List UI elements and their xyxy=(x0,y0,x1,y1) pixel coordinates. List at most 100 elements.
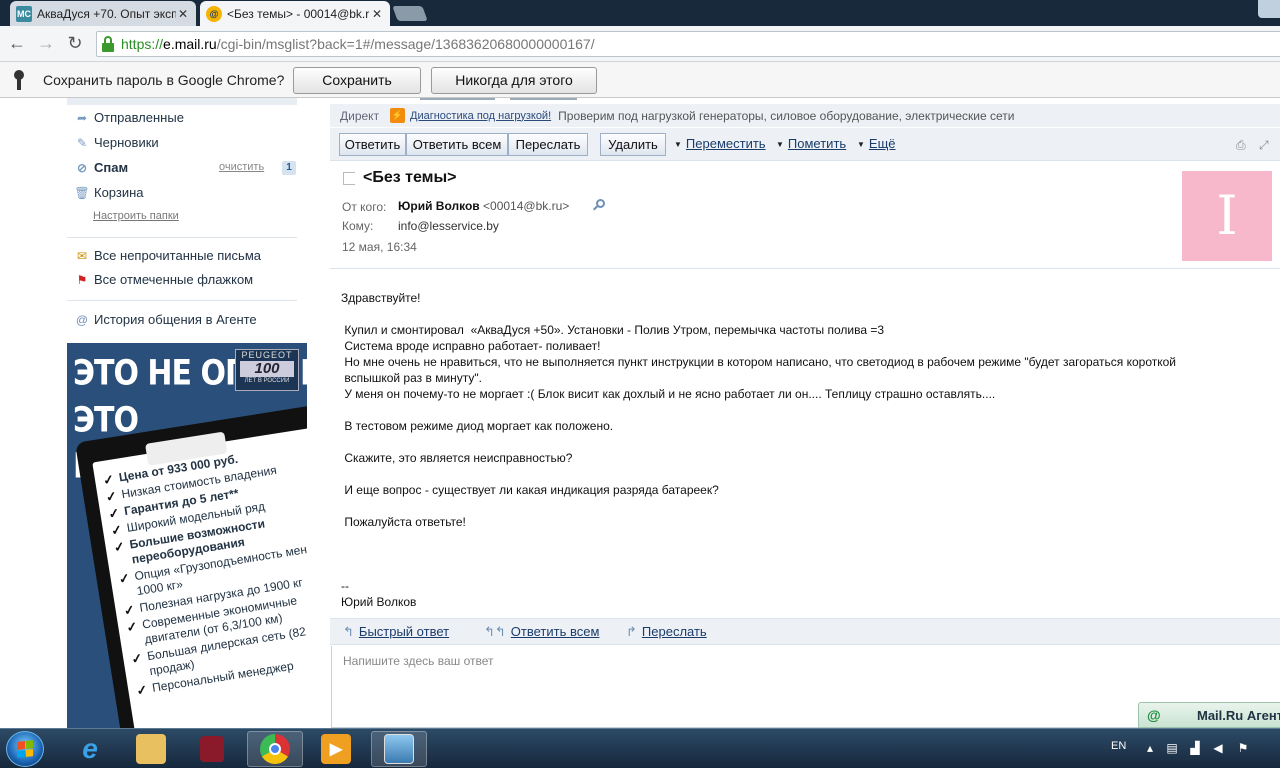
reload-icon[interactable]: ↻ xyxy=(64,32,86,54)
trash-icon: 🗑 xyxy=(74,185,90,200)
direct-ad-link[interactable]: Диагностика под нагрузкой! xyxy=(410,110,551,122)
body-line: -- xyxy=(341,579,349,593)
message-toolbar: Ответить Ответить всем Переслать Удалить… xyxy=(330,128,1280,161)
back-arrow-icon[interactable]: ← xyxy=(6,32,28,54)
all-unread-link[interactable]: ✉ Все непрочитанные письма xyxy=(75,248,261,263)
folder-label: Корзина xyxy=(94,185,144,200)
more-dropdown[interactable]: ▼ Ещё xyxy=(857,136,896,151)
folder-icon xyxy=(136,734,166,764)
avatar: I xyxy=(1182,171,1272,261)
forward-button[interactable]: Переслать xyxy=(508,133,588,156)
save-disk-icon xyxy=(200,736,224,762)
url-input[interactable]: https:// e.mail.ru /cgi-bin/msglist?back… xyxy=(96,31,1280,57)
reply-button[interactable]: Ответить xyxy=(339,133,406,156)
divider xyxy=(67,237,297,238)
window-control[interactable] xyxy=(1258,0,1280,18)
never-save-button[interactable]: Никогда для этого сайта xyxy=(431,67,597,113)
spam-icon: ⊘ xyxy=(76,160,88,175)
taskbar-floppy[interactable] xyxy=(184,731,240,767)
reply-arrow-icon: ↰ xyxy=(343,624,354,639)
close-tab-icon[interactable]: ✕ xyxy=(370,7,384,21)
spam-count-badge: 1 xyxy=(282,161,296,175)
folder-sent[interactable]: ➦ Отправленные xyxy=(75,110,184,125)
message-subject: <Без темы> xyxy=(363,169,457,186)
quick-reply-link[interactable]: ↰ Быстрый ответ xyxy=(343,624,449,640)
clipboard-image: Цена от 933 000 руб. Низкая стоимость вл… xyxy=(75,403,307,728)
badge-number: 100 xyxy=(240,361,294,377)
action-center-flag-icon[interactable]: ⚑ xyxy=(1236,741,1250,755)
tray-arrow-icon[interactable]: ▴ xyxy=(1143,741,1157,755)
body-line: ​ xyxy=(341,546,1271,562)
agent-history-link[interactable]: @ История общения в Агенте xyxy=(75,312,257,327)
network-icon[interactable]: ▟ xyxy=(1188,741,1202,755)
reply-all-button[interactable]: Ответить всем xyxy=(406,133,508,156)
direct-ad-icon: ⚡ xyxy=(390,108,405,123)
windows-logo-icon xyxy=(17,740,33,758)
folder-trash[interactable]: 🗑 Корзина xyxy=(74,185,144,200)
all-unread-label: Все непрочитанные письма xyxy=(94,248,261,263)
taskbar-explorer[interactable] xyxy=(123,731,179,767)
search-icon[interactable] xyxy=(593,199,605,211)
ie-icon: e xyxy=(82,733,98,764)
body-line: Но мне очень не нравиться, что не выполн… xyxy=(341,355,1177,369)
reply-bar: ↰ Быстрый ответ ↰↰ Ответить всем ↱ Переслат… xyxy=(330,618,1280,645)
chevron-down-icon: ▼ xyxy=(857,140,865,150)
chrome-icon xyxy=(260,734,290,764)
tab-akvadusya[interactable]: MC АкваДуся +70. Опыт экспл ✕ xyxy=(10,1,196,26)
print-icon[interactable]: ⎙ xyxy=(1236,138,1251,152)
volume-icon[interactable]: ◀ xyxy=(1211,741,1225,755)
all-flagged-label: Все отмеченные флажком xyxy=(94,272,254,287)
mailru-agent-tab[interactable]: @ Mail.Ru Агент xyxy=(1138,702,1280,728)
reply-all-link[interactable]: ↰↰ Ответить всем xyxy=(484,624,599,640)
taskbar-ie[interactable]: e xyxy=(62,731,118,767)
taskbar-chrome[interactable] xyxy=(247,731,303,767)
peugeot-badge: PEUGEOT 100 ЛЕТ В РОССИИ xyxy=(235,349,299,391)
close-tab-icon[interactable]: ✕ xyxy=(176,7,190,21)
tray-device-icon[interactable]: ▤ xyxy=(1165,741,1179,755)
sent-icon: ➦ xyxy=(76,110,88,125)
body-line: В тестовом режиме диод моргает как полож… xyxy=(341,419,614,433)
forward-link[interactable]: ↱ Переслать xyxy=(626,624,707,640)
save-password-button[interactable]: Сохранить пароль xyxy=(293,67,421,113)
folder-drafts[interactable]: ✎ Черновики xyxy=(75,135,159,150)
new-tab-button[interactable] xyxy=(392,6,428,21)
body-line: ​ xyxy=(341,466,1271,482)
ad-banner[interactable]: ЭТО НЕ ОПЦИИ. ЭТО ПРЕИМУЩЕСТВА. PEUGEOT … xyxy=(67,343,307,728)
mark-dropdown[interactable]: ▼ Пометить xyxy=(776,136,846,151)
url-host: e.mail.ru xyxy=(163,36,217,52)
ad-feature-list: Цена от 933 000 руб. Низкая стоимость вл… xyxy=(102,440,307,700)
draft-icon: ✎ xyxy=(76,135,88,150)
from-value[interactable]: Юрий Волков <00014@bk.ru> xyxy=(398,199,569,213)
direct-ad-strip: Директ ⚡ Диагностика под нагрузкой! Пров… xyxy=(330,104,1280,127)
body-line: У меня он почему-то не моргает :( Блок в… xyxy=(341,387,996,401)
infobar-text: Сохранить пароль в Google Chrome? xyxy=(43,72,285,88)
taskbar-photo[interactable] xyxy=(371,731,427,767)
folder-label: Спам xyxy=(94,160,129,175)
body-line: Система вроде исправно работает- поливае… xyxy=(341,339,601,353)
taskbar-media[interactable]: ▶ xyxy=(308,731,364,767)
body-line: ​ xyxy=(341,434,1271,450)
body-line: И еще вопрос - существует ли какая индик… xyxy=(341,483,719,497)
message-header: <Без темы> От кого: Юрий Волков <00014@b… xyxy=(330,162,1280,269)
clean-spam-link[interactable]: очистить xyxy=(219,161,264,173)
message-date: 12 мая, 16:34 xyxy=(342,240,417,254)
setup-folders-link[interactable]: Настроить папки xyxy=(93,210,179,222)
delete-button[interactable]: Удалить xyxy=(600,133,666,156)
all-flagged-link[interactable]: ⚑ Все отмеченные флажком xyxy=(75,272,254,287)
agent-at-icon: @ xyxy=(75,312,89,327)
chevron-down-icon: ▼ xyxy=(674,140,682,150)
start-button[interactable] xyxy=(6,731,44,767)
photo-viewer-icon xyxy=(384,734,414,764)
move-dropdown[interactable]: ▼ Переместить xyxy=(674,136,766,151)
folder-spam[interactable]: ⊘ Спам xyxy=(75,160,128,175)
tab-mail[interactable]: @ <Без темы> - 00014@bk.ru ✕ xyxy=(200,1,390,26)
tab-title: <Без темы> - 00014@bk.ru xyxy=(227,6,370,21)
body-line: ​ xyxy=(341,530,1271,546)
direct-label: Директ xyxy=(340,108,380,123)
forward-arrow-icon[interactable]: → xyxy=(35,32,57,54)
body-line: Купил и смонтировал «АкваДуся +50». Уста… xyxy=(341,323,885,337)
language-indicator[interactable]: EN xyxy=(1111,740,1126,752)
fullscreen-icon[interactable]: ⤢ xyxy=(1259,138,1274,152)
sender-address: <00014@bk.ru> xyxy=(483,199,570,213)
flag-icon[interactable] xyxy=(343,172,355,185)
